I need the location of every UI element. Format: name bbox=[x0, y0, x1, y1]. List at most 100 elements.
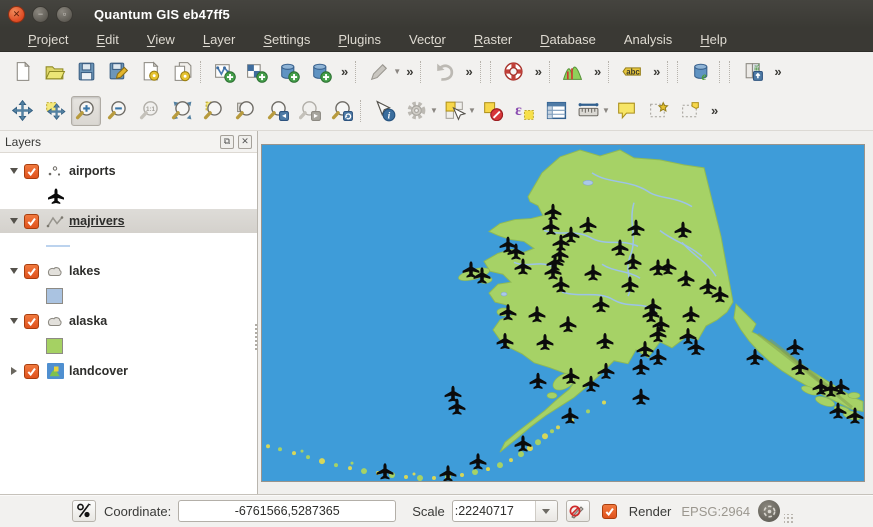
pan-to-selection-button[interactable] bbox=[39, 96, 69, 126]
pan-map-button[interactable] bbox=[7, 96, 37, 126]
add-raster-icon bbox=[245, 60, 268, 83]
toolbar-overflow-button[interactable]: » bbox=[401, 64, 418, 79]
layer-visibility-checkbox[interactable] bbox=[24, 264, 39, 279]
toolbar-overflow-button[interactable]: » bbox=[769, 64, 786, 79]
menu-database[interactable]: Database bbox=[530, 30, 606, 49]
raster-histogram-button[interactable] bbox=[558, 57, 588, 87]
layer-visibility-checkbox[interactable] bbox=[24, 164, 39, 179]
check-icon bbox=[26, 366, 37, 377]
collapse-arrow-icon[interactable] bbox=[8, 318, 20, 324]
open-attribute-table-button[interactable] bbox=[541, 96, 571, 126]
digitize-button[interactable] bbox=[364, 57, 394, 87]
open-project-button[interactable] bbox=[39, 57, 69, 87]
toolbar-overflow-button[interactable]: » bbox=[530, 64, 547, 79]
menu-vector[interactable]: Vector bbox=[399, 30, 456, 49]
save-as-icon bbox=[107, 60, 130, 83]
select-by-expression-button[interactable]: ε bbox=[509, 96, 539, 126]
layer-visibility-checkbox[interactable] bbox=[24, 214, 39, 229]
measure-icon bbox=[577, 99, 600, 122]
minimize-window-button[interactable]: − bbox=[32, 6, 49, 23]
close-window-button[interactable]: ✕ bbox=[8, 6, 25, 23]
dropdown-caret-icon[interactable]: ▼ bbox=[468, 106, 476, 115]
menu-help[interactable]: Help bbox=[690, 30, 737, 49]
save-project-as-button[interactable] bbox=[103, 57, 133, 87]
layer-item-airports[interactable]: airports bbox=[0, 159, 257, 183]
menu-project[interactable]: Project bbox=[18, 30, 78, 49]
collapse-arrow-icon[interactable] bbox=[8, 168, 20, 174]
measure-button[interactable] bbox=[573, 96, 603, 126]
map-tips-button[interactable] bbox=[611, 96, 641, 126]
show-bookmarks-button[interactable] bbox=[675, 96, 705, 126]
layer-item-lakes[interactable]: lakes bbox=[0, 259, 257, 283]
zoom-native-resolution-button[interactable]: 1:1 bbox=[135, 96, 165, 126]
crs-status-button[interactable] bbox=[758, 500, 780, 522]
zoom-full-extent-button[interactable] bbox=[167, 96, 197, 126]
dropdown-caret-icon[interactable]: ▼ bbox=[430, 106, 438, 115]
menu-layer[interactable]: Layer bbox=[193, 30, 246, 49]
stop-rendering-button[interactable] bbox=[566, 500, 590, 522]
menu-raster[interactable]: Raster bbox=[464, 30, 522, 49]
add-vector-layer-button[interactable] bbox=[209, 57, 239, 87]
dropdown-caret-icon[interactable]: ▼ bbox=[393, 67, 401, 76]
refresh-map-button[interactable] bbox=[327, 96, 357, 126]
new-project-button[interactable] bbox=[7, 57, 37, 87]
layer-visibility-checkbox[interactable] bbox=[24, 364, 39, 379]
float-panel-button[interactable]: ⧉ bbox=[220, 135, 234, 149]
toolbar-separator bbox=[490, 61, 496, 83]
undo-button[interactable] bbox=[429, 57, 459, 87]
scale-combobox[interactable]: :22240717 bbox=[452, 500, 558, 522]
layer-item-majrivers[interactable]: majrivers bbox=[0, 209, 257, 233]
menu-view[interactable]: View bbox=[137, 30, 185, 49]
toolbar-overflow-button[interactable]: » bbox=[648, 64, 665, 79]
toolbar-overflow-button[interactable]: » bbox=[589, 64, 606, 79]
menu-analysis[interactable]: Analysis bbox=[614, 30, 682, 49]
zoom-to-layer-button[interactable] bbox=[231, 96, 261, 126]
toolbar-overflow-button[interactable]: » bbox=[706, 103, 723, 118]
evis-database-button[interactable]: e bbox=[686, 57, 716, 87]
map-navigation-toolbar: 1:1 i ▼ ▼ ε ▼ » bbox=[0, 91, 873, 131]
new-print-composer-button[interactable] bbox=[135, 57, 165, 87]
menu-plugins[interactable]: Plugins bbox=[328, 30, 391, 49]
mouse-position-toggle-button[interactable] bbox=[72, 500, 96, 522]
dropdown-caret-icon[interactable]: ▼ bbox=[602, 106, 610, 115]
toolbar-overflow-button[interactable]: » bbox=[460, 64, 477, 79]
collapse-arrow-icon[interactable] bbox=[8, 268, 20, 274]
menu-edit[interactable]: Edit bbox=[86, 30, 128, 49]
zoom-to-selection-button[interactable] bbox=[199, 96, 229, 126]
labeling-button[interactable]: abc bbox=[617, 57, 647, 87]
map-canvas[interactable] bbox=[261, 144, 865, 482]
add-postgis-layer-button[interactable] bbox=[273, 57, 303, 87]
check-icon bbox=[26, 316, 37, 327]
mapserver-export-button[interactable] bbox=[738, 57, 768, 87]
menu-settings[interactable]: Settings bbox=[253, 30, 320, 49]
scale-dropdown-button[interactable] bbox=[535, 501, 557, 521]
render-checkbox[interactable] bbox=[602, 504, 617, 519]
zoom-in-button[interactable] bbox=[71, 96, 101, 126]
save-project-button[interactable] bbox=[71, 57, 101, 87]
select-features-button[interactable] bbox=[439, 96, 469, 126]
toolbar-overflow-button[interactable]: » bbox=[336, 64, 353, 79]
resize-grip[interactable] bbox=[784, 514, 794, 524]
color-swatch bbox=[46, 338, 63, 354]
coordinate-input[interactable] bbox=[178, 500, 396, 522]
composer-manager-button[interactable] bbox=[167, 57, 197, 87]
help-contents-button[interactable] bbox=[499, 57, 529, 87]
collapse-arrow-icon[interactable] bbox=[8, 218, 20, 224]
zoom-next-button[interactable] bbox=[295, 96, 325, 126]
zoom-out-button[interactable] bbox=[103, 96, 133, 126]
layer-item-landcover[interactable]: landcover bbox=[0, 359, 257, 383]
close-panel-button[interactable]: ✕ bbox=[238, 135, 252, 149]
add-raster-layer-button[interactable] bbox=[241, 57, 271, 87]
new-bookmark-button[interactable] bbox=[643, 96, 673, 126]
layer-item-alaska[interactable]: alaska bbox=[0, 309, 257, 333]
layer-visibility-checkbox[interactable] bbox=[24, 314, 39, 329]
title-bar: ✕ − ▫ Quantum GIS eb47ff5 bbox=[0, 0, 873, 28]
maximize-window-button[interactable]: ▫ bbox=[56, 6, 73, 23]
identify-features-button[interactable]: i bbox=[369, 96, 399, 126]
zoom-last-button[interactable] bbox=[263, 96, 293, 126]
run-feature-action-button[interactable] bbox=[401, 96, 431, 126]
panel-splitter[interactable] bbox=[255, 324, 257, 350]
deselect-features-button[interactable] bbox=[477, 96, 507, 126]
add-spatialite-layer-button[interactable] bbox=[305, 57, 335, 87]
expand-arrow-icon[interactable] bbox=[8, 367, 20, 375]
